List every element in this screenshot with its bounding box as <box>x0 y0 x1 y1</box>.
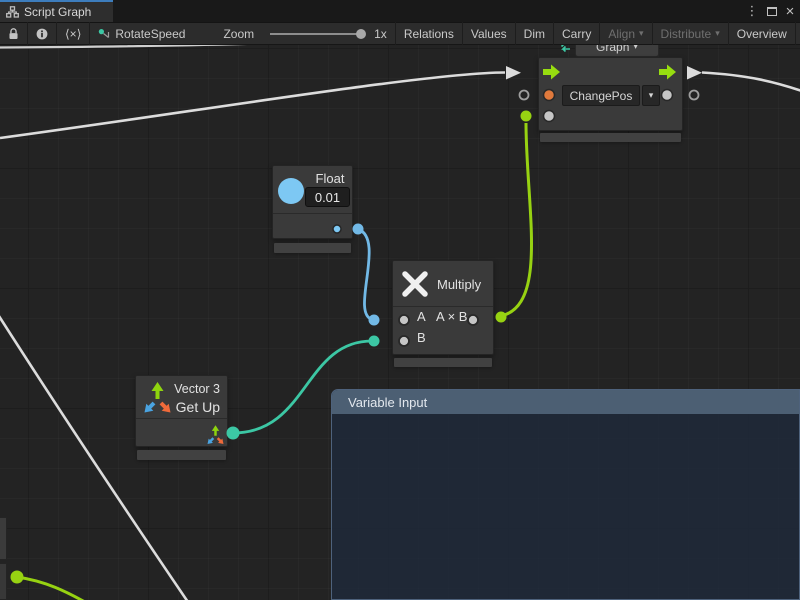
graph-ref-label: RotateSpeed <box>115 27 185 41</box>
multiply-output-label: A × B <box>436 309 467 324</box>
wire-terminal-teal <box>227 427 240 440</box>
relations-button[interactable]: Relations <box>396 22 462 45</box>
chevron-down-icon: ▾ <box>715 29 720 38</box>
zoom-slider-knob[interactable] <box>356 29 366 39</box>
float-literal-node[interactable]: Float 0.01 <box>272 165 353 239</box>
distribute-button[interactable]: Distribute ▾ <box>653 22 728 45</box>
variable-input-panel[interactable]: Variable Input <box>331 389 800 600</box>
flow-arrowhead-in <box>506 66 521 80</box>
vector3-node-titles: Vector 3 Get Up <box>174 382 220 415</box>
multiply-node[interactable]: Multiply A A × B B <box>392 260 494 355</box>
variable-input-header[interactable]: Variable Input <box>332 390 799 414</box>
chevron-down-icon: ▾ <box>639 29 644 38</box>
changepos-dropdown[interactable]: ChangePos <box>562 85 640 106</box>
wire-terminal-green <box>496 312 507 323</box>
graph-toolbar: ⟨×⟩ RotateSpeed Zoom 1x Relations Values… <box>0 22 800 45</box>
offscreen-green-wire[interactable] <box>17 577 92 600</box>
changepos-node-footer <box>540 133 681 142</box>
wire-terminal-green <box>521 111 532 122</box>
align-button[interactable]: Align ▾ <box>600 22 651 45</box>
vector3-type-label: Vector 3 <box>174 382 220 396</box>
lock-icon <box>8 27 19 41</box>
flow-wire-top[interactable] <box>0 45 555 48</box>
maximize-icon[interactable] <box>764 0 780 22</box>
float-type-icon <box>278 178 304 204</box>
variable-input-title: Variable Input <box>348 395 427 410</box>
graph-title-pill[interactable]: Graph ▾ <box>575 45 659 57</box>
unconnected-port-ring-left[interactable] <box>520 91 529 100</box>
tab-title: Script Graph <box>24 5 91 19</box>
flow-wire-in[interactable] <box>0 73 505 139</box>
vector3-getup-node[interactable]: Vector 3 Get Up <box>135 375 228 447</box>
chevron-down-icon: ▾ <box>649 91 654 100</box>
zoom-slider[interactable] <box>270 33 362 35</box>
zoom-value: 1x <box>364 22 395 45</box>
changepos-dropdown-caret[interactable]: ▾ <box>642 85 660 106</box>
wire-terminal-teal <box>369 336 380 347</box>
wire-terminal-blue <box>369 315 380 326</box>
graph-ref-icon <box>98 28 111 40</box>
zoom-label: Zoom <box>215 22 262 45</box>
multiply-node-title: Multiply <box>437 277 481 292</box>
carry-button[interactable]: Carry <box>554 22 599 45</box>
vector3-op-label: Get Up <box>174 399 220 415</box>
fullscreen-button[interactable]: Full Screen <box>796 22 800 45</box>
flow-arrowhead-out <box>687 66 702 80</box>
wire-terminal-green <box>11 571 24 584</box>
multiply-input-a-label: A <box>417 309 426 324</box>
offscreen-node-footer <box>0 563 7 600</box>
wire-terminal-blue <box>353 224 364 235</box>
float-node-footer <box>274 243 351 253</box>
lock-button[interactable] <box>0 22 27 45</box>
info-icon <box>36 27 48 41</box>
float-value-input[interactable]: 0.01 <box>305 187 350 207</box>
unconnected-port-ring-right[interactable] <box>690 91 699 100</box>
multiply-input-b-label: B <box>417 330 426 345</box>
code-icon: ⟨×⟩ <box>65 27 81 41</box>
dim-button[interactable]: Dim <box>516 22 553 45</box>
chevron-down-icon: ▾ <box>633 45 638 51</box>
float-to-multiply-wire[interactable] <box>358 229 372 320</box>
edit-source-button[interactable]: ⟨×⟩ <box>57 22 89 45</box>
offscreen-node[interactable] <box>0 517 7 560</box>
vector3-node-footer <box>137 450 226 460</box>
float-node-title: Float <box>309 171 351 186</box>
window-menu-icon[interactable]: ⋮ <box>744 0 760 22</box>
graph-reference[interactable]: RotateSpeed <box>90 22 193 45</box>
close-icon[interactable]: × <box>782 0 798 22</box>
vector3-icon <box>142 380 173 414</box>
values-button[interactable]: Values <box>463 22 515 45</box>
multiply-node-footer <box>394 358 492 367</box>
graph-tab-icon <box>6 6 19 18</box>
multiply-to-graph-wire[interactable] <box>501 123 532 316</box>
tab-script-graph[interactable]: Script Graph <box>0 0 113 22</box>
script-graph-window: Script Graph ⋮ × ⟨×⟩ <box>0 0 800 600</box>
flow-wire-out[interactable] <box>702 73 800 92</box>
changepos-graph-node[interactable]: ChangePos ▾ <box>538 57 683 131</box>
overview-button[interactable]: Overview <box>729 22 795 45</box>
vector3-output-port-icon[interactable] <box>206 424 225 445</box>
inspect-button[interactable] <box>28 22 56 45</box>
graph-canvas[interactable]: Variable Input Graph ▾ ChangePos ▾ <box>0 45 800 600</box>
multiply-icon <box>401 270 429 298</box>
tab-bar: Script Graph ⋮ × <box>0 0 800 22</box>
